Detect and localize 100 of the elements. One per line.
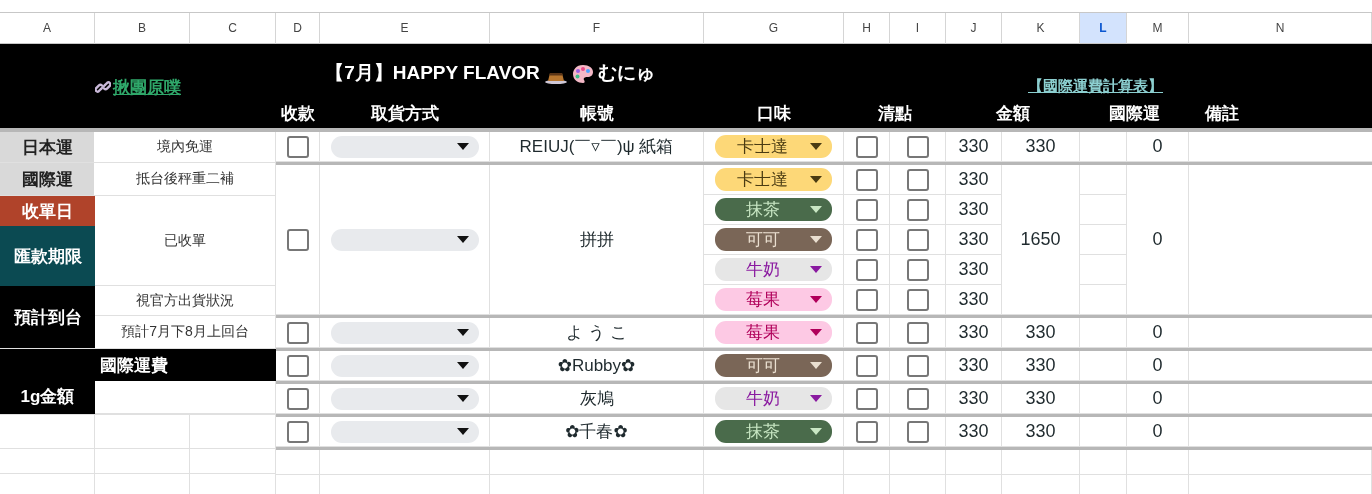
caret-icon bbox=[810, 362, 822, 369]
column-heading: 帳號 bbox=[580, 102, 614, 125]
column-heading: 清點 bbox=[878, 102, 912, 125]
checkbox[interactable] bbox=[906, 321, 929, 344]
caret-icon bbox=[456, 362, 469, 369]
caret-icon bbox=[810, 266, 822, 273]
column-heading: 備註 bbox=[1205, 102, 1239, 125]
caret-icon bbox=[456, 395, 469, 402]
shipping-cell: 0 bbox=[1152, 322, 1163, 343]
empty-cell bbox=[946, 450, 1002, 475]
flavor-dropdown[interactable]: 可可 bbox=[715, 228, 832, 251]
price-cell: 330 bbox=[958, 322, 989, 343]
price-cell: 330 bbox=[958, 229, 989, 250]
caret-icon bbox=[810, 329, 822, 336]
column-heading: 金額 bbox=[996, 102, 1030, 125]
column-heading: 收款 bbox=[281, 102, 315, 125]
shipping-cell: 0 bbox=[1152, 421, 1163, 442]
palette-icon bbox=[571, 64, 594, 84]
price-cell: 330 bbox=[958, 136, 989, 157]
caret-icon bbox=[810, 296, 822, 303]
total-cell: 330 bbox=[1025, 388, 1056, 409]
checkbox[interactable] bbox=[286, 354, 309, 377]
checkbox[interactable] bbox=[855, 321, 878, 344]
info-value: 抵台後秤重二補 bbox=[95, 163, 276, 195]
info-value: 境內免運 bbox=[95, 132, 276, 162]
column-header[interactable]: L bbox=[1080, 13, 1127, 44]
checkbox[interactable] bbox=[906, 198, 929, 221]
checkbox[interactable] bbox=[855, 198, 878, 221]
info-label: 國際運 bbox=[0, 163, 95, 195]
total-cell: 1650 bbox=[1020, 229, 1061, 250]
account-name: 灰鳩 bbox=[579, 388, 614, 410]
caret-icon bbox=[810, 176, 822, 183]
checkbox[interactable] bbox=[855, 228, 878, 251]
checkbox[interactable] bbox=[286, 228, 309, 251]
account-name: ✿Rubby✿ bbox=[557, 355, 636, 376]
flavor-dropdown[interactable]: 抹茶 bbox=[715, 198, 832, 221]
info-label: 匯款期限 bbox=[0, 226, 95, 286]
total-cell: 330 bbox=[1025, 355, 1056, 376]
price-cell: 330 bbox=[958, 388, 989, 409]
info-value: 視官方出貨狀況 bbox=[95, 286, 276, 316]
checkbox[interactable] bbox=[855, 354, 878, 377]
flavor-dropdown[interactable]: 牛奶 bbox=[715, 387, 832, 410]
price-cell: 330 bbox=[958, 289, 989, 310]
caret-icon bbox=[810, 206, 822, 213]
info-label: 預計到台 bbox=[0, 286, 95, 348]
info-label: 國際運費 bbox=[95, 349, 276, 381]
checkbox[interactable] bbox=[906, 168, 929, 191]
sheet-subtitle: むにゅ bbox=[597, 61, 655, 85]
flavor-dropdown[interactable]: 莓果 bbox=[715, 288, 832, 311]
checkbox[interactable] bbox=[906, 420, 929, 443]
account-name: 拼拼 bbox=[579, 229, 614, 251]
checkbox[interactable] bbox=[855, 288, 878, 311]
empty-cell bbox=[276, 450, 320, 475]
sheet-title: 【7月】HAPPY FLAVOR bbox=[325, 61, 540, 85]
info-label: 收單日 bbox=[0, 196, 95, 226]
price-cell: 330 bbox=[958, 421, 989, 442]
total-cell: 330 bbox=[1025, 136, 1056, 157]
checkbox[interactable] bbox=[855, 258, 878, 281]
checkbox[interactable] bbox=[906, 228, 929, 251]
shipping-cell: 0 bbox=[1152, 229, 1163, 250]
group-post-link[interactable]: 揪團原噗 bbox=[95, 75, 181, 99]
column-heading: 國際運 bbox=[1109, 102, 1160, 125]
empty-cell bbox=[1127, 450, 1189, 475]
flavor-dropdown[interactable]: 牛奶 bbox=[715, 258, 832, 281]
price-cell: 330 bbox=[958, 355, 989, 376]
shipping-calculator-link[interactable]: 【國際運費計算表】 bbox=[1028, 77, 1163, 96]
caret-icon bbox=[810, 428, 822, 435]
checkbox[interactable] bbox=[855, 387, 878, 410]
caret-icon bbox=[456, 329, 469, 336]
checkbox[interactable] bbox=[906, 288, 929, 311]
caret-icon bbox=[456, 143, 469, 150]
checkbox[interactable] bbox=[286, 387, 309, 410]
flavor-dropdown[interactable]: 卡士達 bbox=[715, 135, 832, 158]
flavor-dropdown[interactable]: 可可 bbox=[715, 354, 832, 377]
flavor-dropdown[interactable]: 抹茶 bbox=[715, 420, 832, 443]
caret-icon bbox=[456, 236, 469, 243]
link-icon bbox=[95, 79, 111, 95]
checkbox[interactable] bbox=[855, 135, 878, 158]
checkbox[interactable] bbox=[286, 321, 309, 344]
account-name: REIUJ(￣▿￣)ψ 紙箱 bbox=[519, 136, 674, 158]
flavor-dropdown[interactable]: 卡士達 bbox=[715, 168, 832, 191]
checkbox[interactable] bbox=[906, 258, 929, 281]
account-name: よ う こ bbox=[566, 322, 627, 344]
checkbox[interactable] bbox=[906, 387, 929, 410]
checkbox[interactable] bbox=[906, 354, 929, 377]
empty-cell bbox=[844, 450, 890, 475]
price-cell: 330 bbox=[958, 199, 989, 220]
column-heading: 取貨方式 bbox=[371, 102, 439, 125]
shipping-cell: 0 bbox=[1152, 355, 1163, 376]
empty-cell bbox=[890, 450, 946, 475]
checkbox[interactable] bbox=[286, 420, 309, 443]
info-label: 1g金額 bbox=[0, 349, 95, 414]
total-cell: 330 bbox=[1025, 322, 1056, 343]
checkbox[interactable] bbox=[855, 420, 878, 443]
checkbox[interactable] bbox=[855, 168, 878, 191]
checkbox[interactable] bbox=[286, 135, 309, 158]
checkbox[interactable] bbox=[906, 135, 929, 158]
price-cell: 330 bbox=[958, 259, 989, 280]
info-value: 已收單 bbox=[95, 196, 276, 285]
flavor-dropdown[interactable]: 莓果 bbox=[715, 321, 832, 344]
